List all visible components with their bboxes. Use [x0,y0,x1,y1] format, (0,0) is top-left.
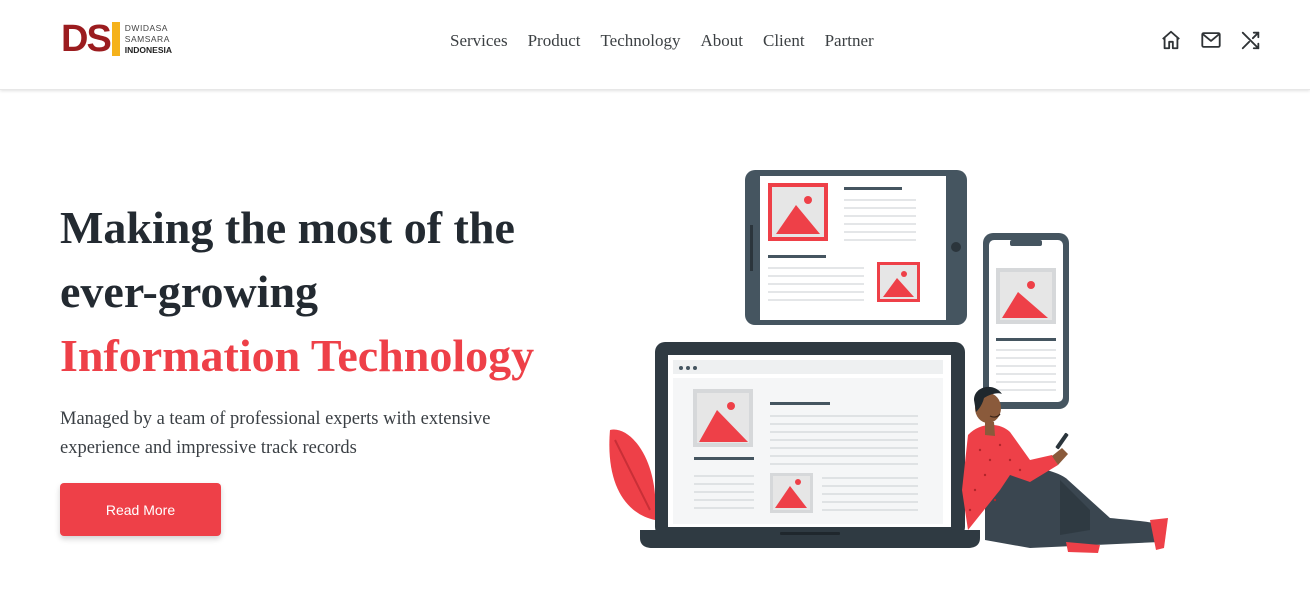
laptop-device [640,342,980,548]
nav-about[interactable]: About [701,30,744,52]
logo-letters: DS [61,18,112,60]
hero-subtitle: Managed by a team of professional expert… [60,409,491,458]
phone-device [983,233,1069,409]
nav-client[interactable]: Client [763,30,805,52]
nav-partner[interactable]: Partner [825,30,874,52]
hero-title-line-2: ever-growing [60,266,319,317]
hero-illustration [609,170,1168,553]
read-more-button[interactable]: Read More [60,483,221,536]
logo-line-2: SAMSARA [124,33,170,44]
logo-wordmark: DWIDASA SAMSARA INDONESIA [125,23,172,56]
logo-line-1: DWIDASA [124,22,168,33]
person-figure [962,386,1168,553]
site-header: DS DWIDASA SAMSARA INDONESIA Services Pr… [0,0,1310,90]
header-icons [1160,29,1262,51]
nav-services[interactable]: Services [450,30,508,52]
hero-title-accent: Information Technology [60,330,535,381]
home-icon[interactable] [1160,29,1182,51]
nav-technology[interactable]: Technology [600,30,680,52]
logo-line-3: INDONESIA [124,44,173,55]
main-nav: Services Product Technology About Client… [450,30,874,52]
nav-product[interactable]: Product [528,30,581,52]
hero-title: Making the most of the ever-growing Info… [60,196,600,388]
leaf-decoration [609,429,656,520]
logo-mark: DS [61,18,120,60]
brand-logo[interactable]: DS DWIDASA SAMSARA INDONESIA [61,20,172,58]
shuffle-icon[interactable] [1240,29,1262,51]
tablet-device [745,170,967,325]
mail-icon[interactable] [1200,29,1222,51]
hero-title-line-1: Making the most of the [60,202,515,253]
logo-bar [111,22,120,56]
